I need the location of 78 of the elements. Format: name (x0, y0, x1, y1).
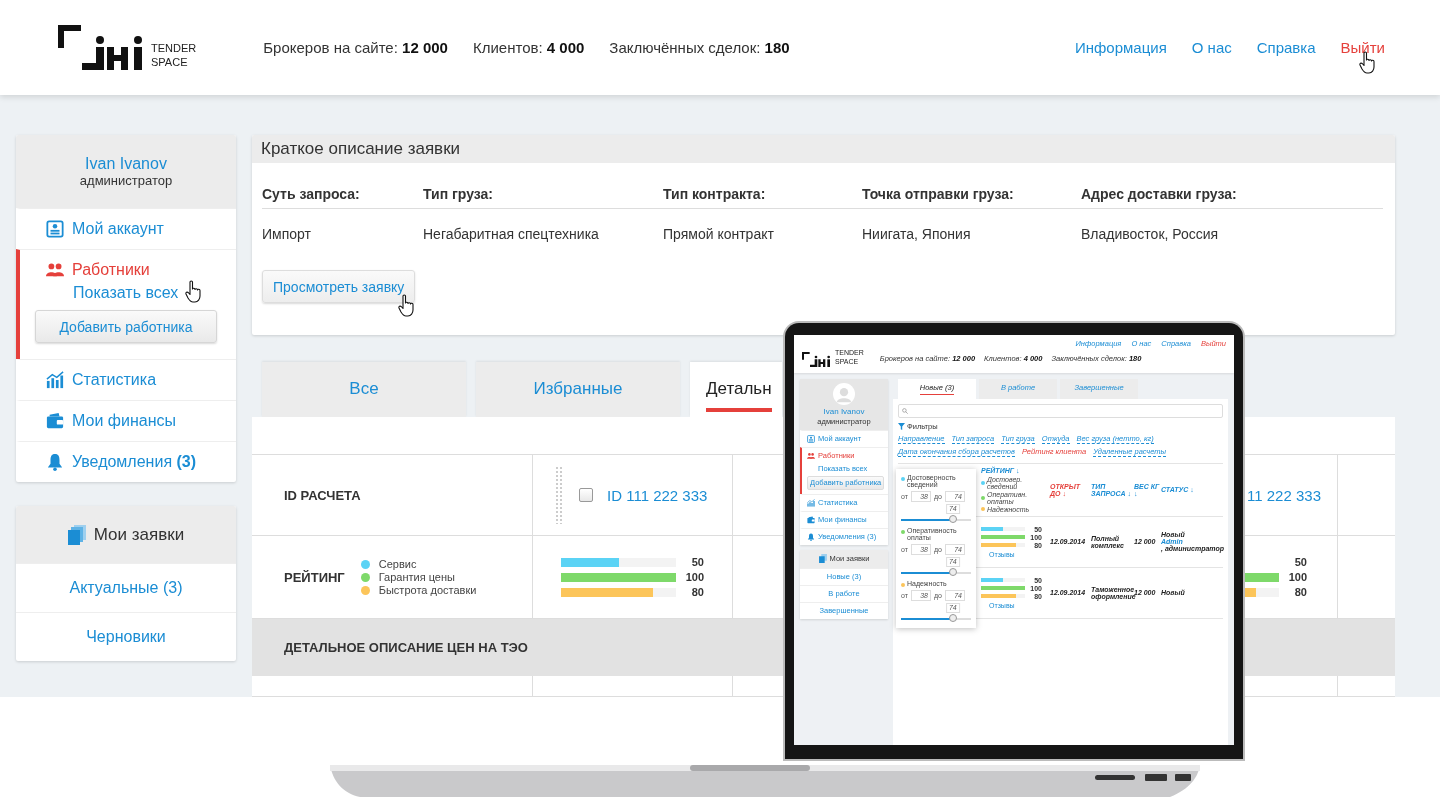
field-value: Импорт (262, 225, 312, 242)
id-card-icon (807, 434, 815, 443)
tab[interactable]: Все (262, 362, 466, 417)
field-value: Прямой контракт (663, 225, 775, 242)
menu-label: Уведомления (3) (72, 453, 197, 471)
bell-icon (807, 532, 815, 541)
field-value: Ниигата, Япония (862, 225, 972, 242)
requests-title: Мои заявки (93, 524, 185, 545)
menu-label: Работники (72, 261, 150, 279)
rating-value: 100 (1287, 571, 1307, 583)
field-value: Негабаритная спецтехника (423, 225, 600, 242)
tab[interactable]: Избранные (476, 362, 680, 417)
logo-text: SPACE (151, 55, 189, 70)
row-label: ID РАСЧЕТА (284, 487, 361, 503)
wallet-icon (46, 412, 64, 430)
requests-link[interactable]: Черновики (16, 612, 236, 661)
offer-id-link[interactable]: ID 111 222 333 (607, 486, 708, 504)
funnel-icon (898, 422, 905, 430)
wallet-icon (807, 515, 815, 524)
hand-cursor-icon (1359, 51, 1377, 74)
menu-item[interactable]: Уведомления (3) (16, 441, 236, 482)
row-label: РЕЙТИНГ (284, 569, 345, 585)
menu-item[interactable]: Мои финансы (16, 400, 236, 441)
bar-chart-icon (807, 498, 815, 507)
legend-label: Быстрота доставки (378, 584, 477, 596)
hand-cursor-icon (398, 294, 416, 317)
rating-value: 50 (1293, 556, 1307, 568)
menu-label: Статистика (72, 371, 157, 389)
field-label: Тип контракта: (663, 163, 862, 209)
id-card-icon (46, 220, 64, 238)
rating-value: 50 (690, 556, 704, 568)
menu-item[interactable]: Статистика (16, 359, 236, 400)
menu-item[interactable]: Мой аккаунт (16, 208, 236, 249)
stat-text: Брокеров на сайте: 12 000 (263, 39, 448, 56)
people-icon (46, 261, 64, 279)
add-worker-button[interactable]: Добавить работника (35, 310, 217, 343)
field-label: Адрес доставки груза: (1081, 163, 1383, 209)
bell-icon (46, 453, 64, 471)
stat-text: Клиентов: 4 000 (472, 39, 585, 56)
rating-value: 80 (1293, 586, 1307, 598)
avatar-icon (833, 382, 855, 405)
legend-label: Сервис (378, 558, 417, 570)
nav-link[interactable]: Информация (1074, 39, 1167, 56)
menu-item[interactable]: Работники Показать всех Добавить работника (16, 249, 236, 359)
drag-handle-icon[interactable] (555, 466, 563, 524)
bar-chart-icon (46, 371, 64, 389)
search-field[interactable] (898, 403, 1223, 418)
menu-label: Мой аккаунт (72, 220, 164, 238)
rating-value: 80 (690, 586, 704, 598)
logo-text: TENDER (151, 42, 197, 56)
offer-id-link[interactable]: 11 222 333 (1247, 486, 1321, 504)
documents-icon (818, 554, 827, 563)
field-label: Точка отправки груза: (862, 163, 1081, 209)
nav-link[interactable]: Справка (1256, 39, 1316, 56)
view-request-button[interactable]: Просмотреть заявку (262, 270, 416, 303)
legend-label: Гарантия цены (378, 571, 455, 583)
field-label: Тип груза: (423, 163, 663, 209)
menu-label: Мои финансы (72, 412, 176, 430)
section-title: ДЕТАЛЬНОЕ ОПИСАНИЕ ЦЕН НА ТЭО (284, 640, 528, 655)
user-role: администратор (79, 173, 173, 188)
field-value: Владивосток, Россия (1081, 225, 1220, 242)
nav-link[interactable]: Выйти (1340, 39, 1385, 56)
summary-title: Краткое описание заявки (261, 139, 461, 159)
user-name: Ivan Ivanov (823, 406, 865, 416)
hand-cursor-icon (185, 280, 203, 303)
people-icon (807, 451, 815, 460)
show-all-link[interactable]: Показать всех (73, 284, 179, 302)
nav-link[interactable]: О нас (1191, 39, 1232, 56)
search-icon (902, 407, 908, 414)
requests-link[interactable]: Актуальные (3) (16, 563, 236, 612)
documents-icon (67, 524, 86, 545)
stat-text: Заключённых сделок: 180 (609, 39, 790, 56)
field-label: Суть запроса: (262, 163, 423, 209)
logo-icon (802, 352, 832, 368)
checkbox[interactable] (579, 488, 593, 502)
rating-value: 100 (684, 571, 704, 583)
user-name: Ivan Ivanov (85, 155, 167, 173)
tab[interactable]: Детальн (690, 362, 782, 417)
